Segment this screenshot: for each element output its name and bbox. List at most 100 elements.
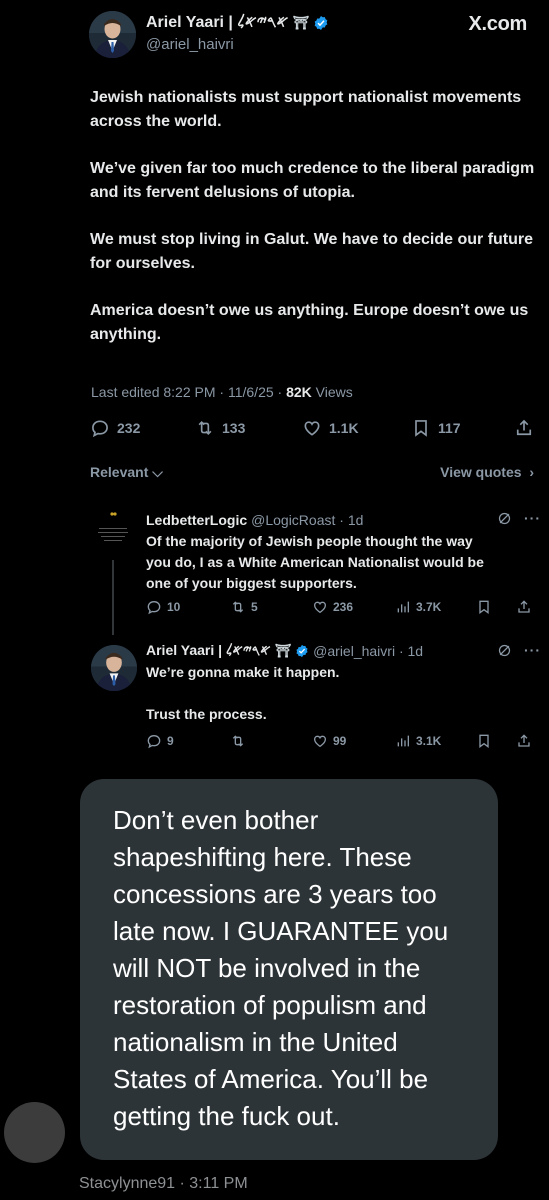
reply-avatar[interactable] xyxy=(90,508,136,554)
reply-text-line: you do, I as a White American Nationalis… xyxy=(146,554,484,570)
author-avatar[interactable] xyxy=(89,11,136,58)
reply-action-bar: 10 5 236 3.7K xyxy=(146,599,536,617)
reply-count: 232 xyxy=(117,420,141,436)
more-icon[interactable]: ··· xyxy=(524,510,541,526)
reply-top-icons: ··· xyxy=(497,642,541,658)
reply-button[interactable]: 9 xyxy=(146,733,174,749)
views-icon xyxy=(397,601,409,613)
edited-timestamp[interactable]: Last edited 8:22 PM · 11/6/25 · xyxy=(91,384,286,400)
views-count: 3.1K xyxy=(416,734,442,748)
reply-icon xyxy=(147,734,161,749)
author-name[interactable]: Ariel Yaari | 𐤀𐤓𐤉𐤀𐤋 ⛩ xyxy=(146,14,329,32)
reply-text: Of the majority of Jewish people thought… xyxy=(146,531,484,594)
share-button[interactable] xyxy=(516,733,532,749)
share-icon xyxy=(518,734,530,747)
more-icon[interactable]: ··· xyxy=(524,642,541,658)
like-icon xyxy=(304,421,320,436)
tweet-paragraph: We’ve given far too much credence to the… xyxy=(90,160,535,201)
reply-avatar[interactable] xyxy=(91,645,137,691)
reply-icon xyxy=(147,600,161,615)
message-bubble[interactable]: Don’t even bother shapeshifting here. Th… xyxy=(80,779,498,1160)
share-button[interactable] xyxy=(514,418,534,438)
tweet-paragraph: America doesn’t owe us anything. Europe … xyxy=(90,302,529,343)
reply-text-line: Trust the process. xyxy=(146,706,267,722)
bookmark-icon xyxy=(479,600,489,614)
author-name-text: Ariel Yaari | 𐤀𐤓𐤉𐤀𐤋 xyxy=(146,14,289,31)
reply-handle-time: @LogicRoast · 1d xyxy=(251,512,364,528)
reply-sort-dropdown[interactable]: Relevant ⌵ xyxy=(90,464,163,481)
reply-action-bar: 9 99 3.1K xyxy=(146,733,536,751)
screenshot: Ariel Yaari | 𐤀𐤓𐤉𐤀𐤋 ⛩ @ariel_haivri X.co… xyxy=(0,0,549,1200)
like-count: 1.1K xyxy=(329,420,359,436)
share-button[interactable] xyxy=(516,599,532,615)
reply-text-line: Of the majority of Jewish people thought… xyxy=(146,533,473,549)
reply-count: 9 xyxy=(167,734,174,748)
author-handle[interactable]: @ariel_haivri xyxy=(146,36,234,53)
like-button[interactable]: 99 xyxy=(312,733,346,749)
like-icon xyxy=(313,735,327,748)
verified-icon xyxy=(314,16,328,30)
reply-author[interactable]: LedbetterLogic @LogicRoast · 1d xyxy=(146,512,363,528)
reply-text-line xyxy=(146,683,339,704)
bookmark-button[interactable] xyxy=(476,733,492,749)
reply-author-name: LedbetterLogic xyxy=(146,512,248,528)
views-count: 3.7K xyxy=(416,600,442,614)
message-text: Don’t even bother shapeshifting here. Th… xyxy=(113,805,449,1131)
reply-author-name: Ariel Yaari | 𐤀𐤓𐤉𐤀𐤋 xyxy=(146,642,271,658)
views-icon xyxy=(397,735,409,747)
share-icon xyxy=(518,600,530,613)
like-count: 236 xyxy=(333,600,354,614)
repost-icon xyxy=(232,735,244,747)
repost-count: 133 xyxy=(222,420,246,436)
views-count: 82K xyxy=(286,384,312,400)
reply-button[interactable]: 232 xyxy=(90,418,140,438)
brand-watermark: X.com xyxy=(468,13,527,35)
reply-count: 10 xyxy=(167,600,181,614)
reply-text-line: We’re gonna make it happen. xyxy=(146,664,340,680)
reply-sort-label: Relevant xyxy=(90,464,149,480)
repost-icon xyxy=(232,601,244,613)
chevron-down-icon: ⌵ xyxy=(152,464,163,480)
repost-button[interactable] xyxy=(230,733,251,749)
reply-handle-time: @ariel_haivri · 1d xyxy=(313,642,424,659)
views-button[interactable]: 3.1K xyxy=(395,733,441,749)
view-quotes-link[interactable]: View quotes › xyxy=(440,464,534,480)
reply-text: We’re gonna make it happen. Trust the pr… xyxy=(146,662,339,725)
repost-button[interactable]: 5 xyxy=(230,599,258,615)
like-count: 99 xyxy=(333,734,347,748)
share-icon xyxy=(516,419,532,436)
bookmark-icon xyxy=(415,420,427,437)
tweet-text: Jewish nationalists must support nationa… xyxy=(90,86,542,370)
reply-author[interactable]: Ariel Yaari | 𐤀𐤓𐤉𐤀𐤋 ⛩ @ariel_haivri · 1d xyxy=(146,642,423,659)
like-icon xyxy=(313,601,327,614)
grok-icon[interactable] xyxy=(497,511,512,526)
shrine-icon: ⛩ xyxy=(292,15,309,30)
views-label: Views xyxy=(311,384,353,400)
verified-icon xyxy=(296,644,308,657)
tweet-paragraph: We must stop living in Galut. We have to… xyxy=(90,231,534,272)
shrine-icon: ⛩ xyxy=(274,642,292,658)
bookmark-button[interactable]: 117 xyxy=(411,418,461,438)
repost-button[interactable]: 133 xyxy=(195,418,245,438)
bookmark-button[interactable] xyxy=(476,599,492,615)
views-button[interactable]: 3.7K xyxy=(395,599,441,615)
thread-connector xyxy=(112,560,114,635)
sender-avatar[interactable] xyxy=(4,1102,65,1163)
view-quotes-label: View quotes xyxy=(440,464,522,480)
reply-top-icons: ··· xyxy=(497,510,541,526)
repost-icon xyxy=(198,420,212,436)
grok-icon[interactable] xyxy=(497,643,512,658)
bookmark-count: 117 xyxy=(438,420,461,436)
reply-text-line: one of your biggest supporters. xyxy=(146,575,357,591)
like-button[interactable]: 236 xyxy=(312,599,353,615)
reply-icon xyxy=(92,420,108,438)
like-button[interactable]: 1.1K xyxy=(302,418,359,438)
tweet-meta: Last edited 8:22 PM · 11/6/25 · 82K View… xyxy=(91,384,353,400)
reply-button[interactable]: 10 xyxy=(146,599,180,615)
message-sender-time: Stacylynne91 · 3:11 PM xyxy=(79,1175,248,1192)
chevron-right-icon: › xyxy=(525,464,534,480)
bookmark-icon xyxy=(479,734,489,748)
tweet-paragraph: Jewish nationalists must support nationa… xyxy=(90,89,522,130)
repost-count: 5 xyxy=(251,600,258,614)
tweet-action-bar: 232 133 1.1K 117 xyxy=(90,418,536,442)
